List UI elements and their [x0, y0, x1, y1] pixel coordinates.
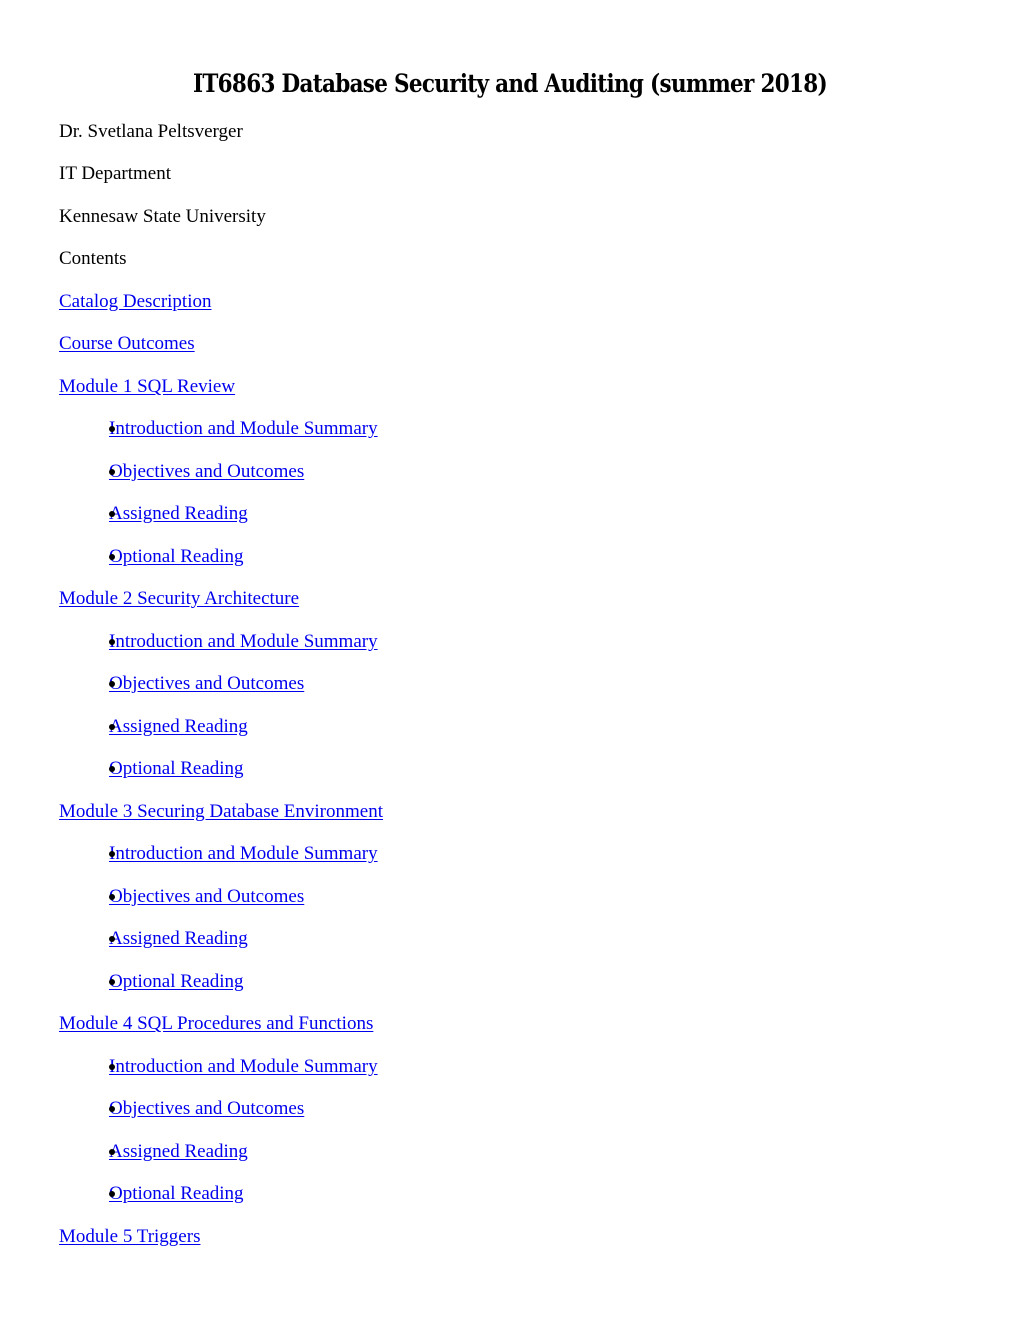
bullet-icon [109, 681, 115, 687]
module-4-assigned-reading-link[interactable]: Assigned Reading [109, 1141, 248, 1162]
bullet-icon [109, 724, 115, 730]
list-item: Objectives and Outcomes [81, 460, 304, 484]
toc-link-course-outcomes: Course Outcomes [59, 332, 195, 356]
list-item: Introduction and Module Summary [81, 417, 378, 441]
module-1-optional-reading-link[interactable]: Optional Reading [109, 546, 244, 567]
bullet-icon [109, 639, 115, 645]
university-name: Kennesaw State University [59, 206, 266, 227]
module-2-objectives-link[interactable]: Objectives and Outcomes [109, 673, 304, 694]
module-2-optional-reading-link[interactable]: Optional Reading [109, 758, 244, 779]
bullet-icon [109, 851, 115, 857]
list-item: Introduction and Module Summary [81, 1055, 378, 1079]
list-item: Objectives and Outcomes [81, 885, 304, 909]
list-item: Optional Reading [81, 1182, 244, 1206]
bullet-icon [109, 894, 115, 900]
list-item: Objectives and Outcomes [81, 672, 304, 696]
toc-link-catalog-description: Catalog Description [59, 290, 212, 314]
list-item: Assigned Reading [81, 715, 248, 739]
module-3-objectives-link[interactable]: Objectives and Outcomes [109, 886, 304, 907]
toc-module-4: Module 4 SQL Procedures and Functions [59, 1012, 373, 1036]
list-item: Introduction and Module Summary [81, 630, 378, 654]
catalog-description-link[interactable]: Catalog Description [59, 291, 212, 312]
list-item: Assigned Reading [81, 1140, 248, 1164]
module-3-optional-reading-link[interactable]: Optional Reading [109, 971, 244, 992]
toc-module-1: Module 1 SQL Review [59, 375, 235, 399]
module-1-assigned-reading-link[interactable]: Assigned Reading [109, 503, 248, 524]
module-2-link[interactable]: Module 2 Security Architecture [59, 588, 299, 609]
list-item: Optional Reading [81, 545, 244, 569]
bullet-icon [109, 979, 115, 985]
bullet-icon [109, 1106, 115, 1112]
toc-module-5: Module 5 Triggers [59, 1225, 200, 1249]
module-4-optional-reading-link[interactable]: Optional Reading [109, 1183, 244, 1204]
bullet-icon [109, 1191, 115, 1197]
bullet-icon [109, 936, 115, 942]
list-item: Assigned Reading [81, 927, 248, 951]
module-3-assigned-reading-link[interactable]: Assigned Reading [109, 928, 248, 949]
module-1-objectives-link[interactable]: Objectives and Outcomes [109, 461, 304, 482]
bullet-icon [109, 1064, 115, 1070]
bullet-icon [109, 426, 115, 432]
department-name: IT Department [59, 163, 172, 184]
bullet-icon [109, 511, 115, 517]
list-item: Objectives and Outcomes [81, 1097, 304, 1121]
module-4-link[interactable]: Module 4 SQL Procedures and Functions [59, 1013, 373, 1034]
module-5-link[interactable]: Module 5 Triggers [59, 1226, 200, 1247]
bullet-icon [109, 469, 115, 475]
list-item: Optional Reading [81, 970, 244, 994]
author-name: Dr. Svetlana Peltsverger [59, 121, 243, 142]
module-1-introduction-link[interactable]: Introduction and Module Summary [109, 418, 378, 439]
contents-heading: Contents [59, 248, 127, 269]
module-3-link[interactable]: Module 3 Securing Database Environment [59, 801, 383, 822]
bullet-icon [109, 1149, 115, 1155]
toc-module-3: Module 3 Securing Database Environment [59, 800, 383, 824]
list-item: Assigned Reading [81, 502, 248, 526]
bullet-icon [109, 766, 115, 772]
document-title: IT6863 Database Security and Auditing (s… [192, 69, 828, 98]
toc-module-2: Module 2 Security Architecture [59, 587, 299, 611]
module-2-assigned-reading-link[interactable]: Assigned Reading [109, 716, 248, 737]
module-1-link[interactable]: Module 1 SQL Review [59, 376, 235, 397]
list-item: Optional Reading [81, 757, 244, 781]
module-4-introduction-link[interactable]: Introduction and Module Summary [109, 1056, 378, 1077]
course-outcomes-link[interactable]: Course Outcomes [59, 333, 195, 354]
list-item: Introduction and Module Summary [81, 842, 378, 866]
bullet-icon [109, 554, 115, 560]
module-3-introduction-link[interactable]: Introduction and Module Summary [109, 843, 378, 864]
module-4-objectives-link[interactable]: Objectives and Outcomes [109, 1098, 304, 1119]
module-2-introduction-link[interactable]: Introduction and Module Summary [109, 631, 378, 652]
